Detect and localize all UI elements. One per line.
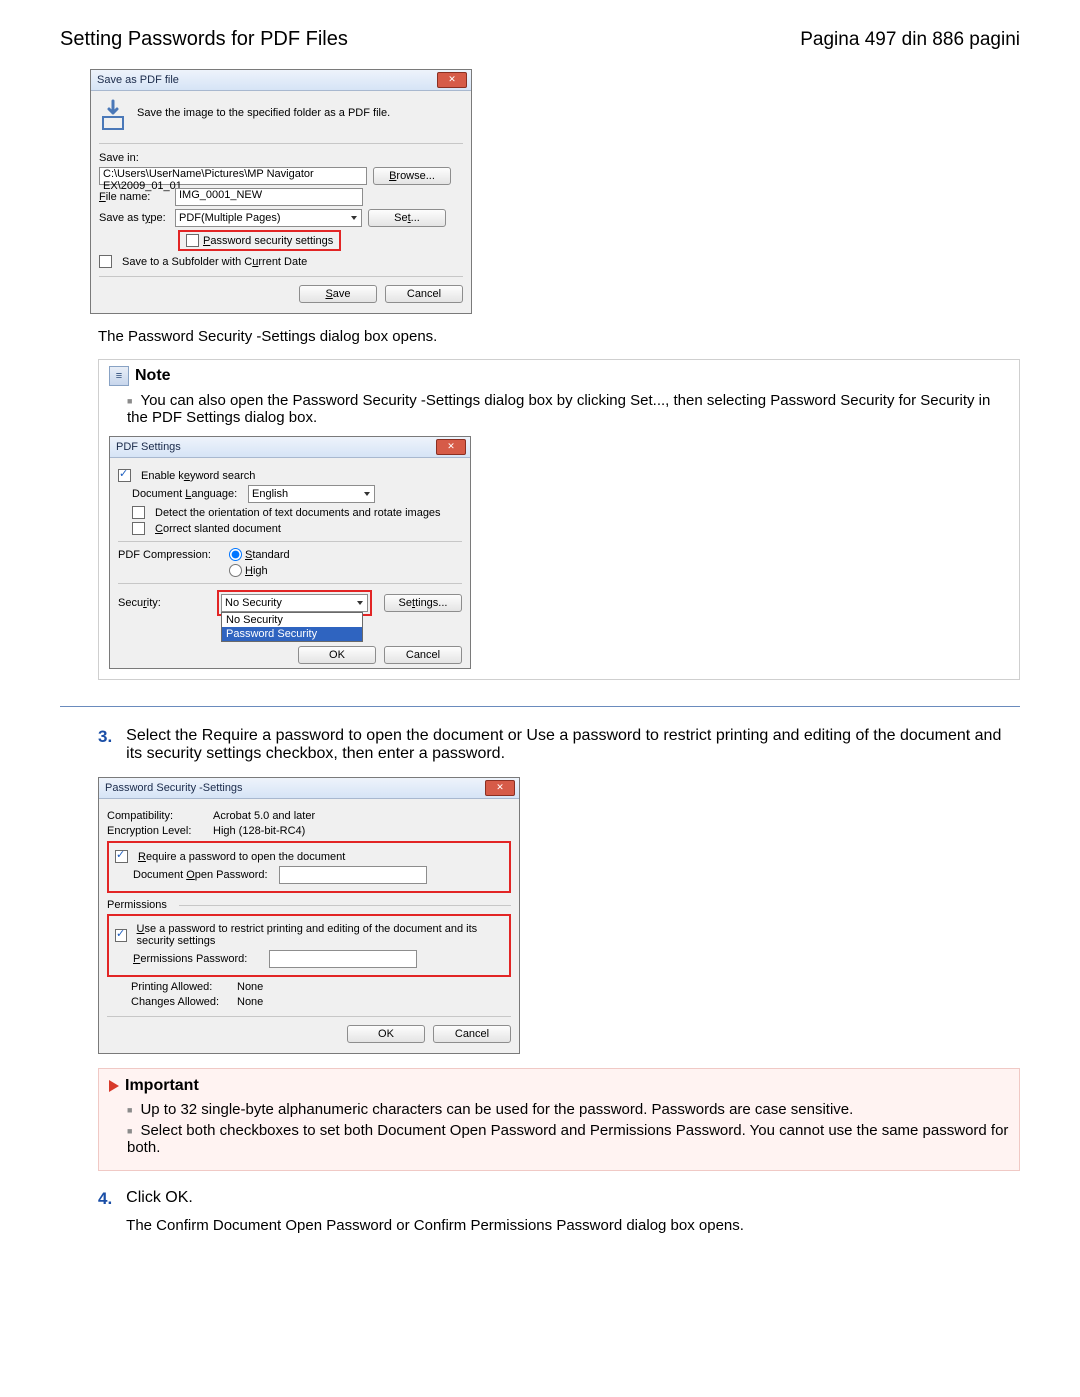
security-highlight: No Security No Security Password Securit… [217, 590, 372, 616]
password-security-settings-dialog: Password Security -Settings ✕ Compatibil… [98, 777, 520, 1054]
close-icon[interactable]: ✕ [437, 72, 467, 88]
permissions-password-field[interactable] [269, 950, 417, 968]
detect-orientation-checkbox[interactable] [132, 506, 145, 519]
pdf-compression-label: PDF Compression: [118, 549, 223, 561]
chevron-down-icon [362, 489, 372, 499]
printing-allowed-label: Printing Allowed: [131, 981, 231, 993]
password-security-settings-highlight: Password security settings [178, 230, 341, 251]
page-title: Setting Passwords for PDF Files [60, 28, 348, 51]
doc-open-password-label: Document Open Password: [133, 869, 273, 881]
pdf-save-icon [99, 99, 127, 133]
encryption-level-label: Encryption Level: [107, 825, 207, 837]
doc-language-combo[interactable]: English [248, 485, 375, 503]
permissions-password-highlight: Use a password to restrict printing and … [107, 914, 511, 977]
save-in-label: Save in: [99, 152, 139, 164]
changes-allowed-label: Changes Allowed: [131, 996, 231, 1008]
use-restrict-password-label: Use a password to restrict printing and … [137, 923, 503, 947]
save-as-pdf-dialog: Save as PDF file ✕ Save the image to the… [90, 69, 472, 314]
step-subtext: The Confirm Document Open Password or Co… [126, 1217, 1018, 1234]
compression-high-radio[interactable] [229, 564, 242, 577]
save-in-field[interactable]: C:\Users\UserName\Pictures\MP Navigator … [99, 167, 367, 185]
subfolder-label: Save to a Subfolder with Current Date [122, 256, 307, 268]
step-text: Click OK. [126, 1189, 193, 1206]
important-bullet: Up to 32 single-byte alphanumeric charac… [127, 1101, 1009, 1118]
browse-button[interactable]: Browse... [373, 167, 451, 185]
doc-open-password-field[interactable] [279, 866, 427, 884]
file-name-field[interactable]: IMG_0001_NEW [175, 188, 363, 206]
permissions-password-label: Permissions Password: [133, 953, 263, 965]
ok-button[interactable]: OK [298, 646, 376, 664]
dd-no-security[interactable]: No Security [222, 613, 362, 627]
step-text: Select the Require a password to open th… [126, 727, 1018, 763]
step-number: 3. [98, 727, 122, 747]
compression-standard-label: Standard [245, 549, 290, 561]
compatibility-value: Acrobat 5.0 and later [213, 810, 315, 822]
open-password-highlight: Require a password to open the document … [107, 841, 511, 893]
cancel-button[interactable]: Cancel [433, 1025, 511, 1043]
use-restrict-password-checkbox[interactable] [115, 929, 127, 942]
correct-slanted-checkbox[interactable] [132, 522, 145, 535]
dialog-title: PDF Settings [116, 441, 181, 453]
changes-allowed-value: None [237, 996, 263, 1008]
security-label: Security: [118, 597, 211, 609]
important-icon [109, 1080, 119, 1092]
pdf-settings-dialog: PDF Settings ✕ Enable keyword search Doc… [109, 436, 471, 669]
important-box: Important Up to 32 single-byte alphanume… [98, 1068, 1020, 1171]
close-icon[interactable]: ✕ [485, 780, 515, 796]
chevron-down-icon [349, 213, 359, 223]
close-icon[interactable]: ✕ [436, 439, 466, 455]
security-dropdown[interactable]: No Security Password Security [221, 612, 363, 642]
cancel-button[interactable]: Cancel [385, 285, 463, 303]
permissions-group-label: Permissions [107, 899, 167, 911]
compatibility-label: Compatibility: [107, 810, 207, 822]
page-number: Pagina 497 din 886 pagini [800, 29, 1020, 51]
set-button[interactable]: Set... [368, 209, 446, 227]
ok-button[interactable]: OK [347, 1025, 425, 1043]
dialog-description: Save the image to the specified folder a… [137, 107, 390, 119]
prose-line: The Password Security -Settings dialog b… [98, 328, 1020, 345]
password-security-settings-label: Password security settings [203, 235, 333, 247]
detect-orientation-label: Detect the orientation of text documents… [155, 507, 441, 519]
require-password-label: Require a password to open the document [138, 851, 345, 863]
correct-slanted-label: Correct slanted document [155, 523, 281, 535]
security-combo[interactable]: No Security [221, 594, 368, 612]
file-name-label: File name: [99, 191, 169, 203]
enable-keyword-search-checkbox[interactable] [118, 469, 131, 482]
save-as-type-combo[interactable]: PDF(Multiple Pages) [175, 209, 362, 227]
important-bullet: Select both checkboxes to set both Docum… [127, 1122, 1009, 1156]
settings-button[interactable]: Settings... [384, 594, 462, 612]
compression-standard-radio[interactable] [229, 548, 242, 561]
note-label: Note [135, 367, 171, 385]
dialog-title: Save as PDF file [97, 74, 179, 86]
dialog-title: Password Security -Settings [105, 782, 243, 794]
important-label: Important [125, 1077, 199, 1095]
note-icon: ≡ [109, 366, 129, 386]
compression-high-label: High [245, 565, 268, 577]
password-security-settings-checkbox[interactable] [186, 234, 199, 247]
subfolder-checkbox[interactable] [99, 255, 112, 268]
dd-password-security[interactable]: Password Security [222, 627, 362, 641]
step-number: 4. [98, 1189, 122, 1209]
enable-keyword-search-label: Enable keyword search [141, 470, 255, 482]
cancel-button[interactable]: Cancel [384, 646, 462, 664]
save-as-type-label: Save as type: [99, 212, 169, 224]
printing-allowed-value: None [237, 981, 263, 993]
require-password-checkbox[interactable] [115, 850, 128, 863]
save-button[interactable]: Save [299, 285, 377, 303]
note-box: ≡ Note You can also open the Password Se… [98, 359, 1020, 680]
doc-language-label: Document Language: [132, 488, 242, 500]
chevron-down-icon [355, 598, 365, 608]
encryption-level-value: High (128-bit-RC4) [213, 825, 305, 837]
note-bullet: You can also open the Password Security … [127, 392, 1009, 426]
